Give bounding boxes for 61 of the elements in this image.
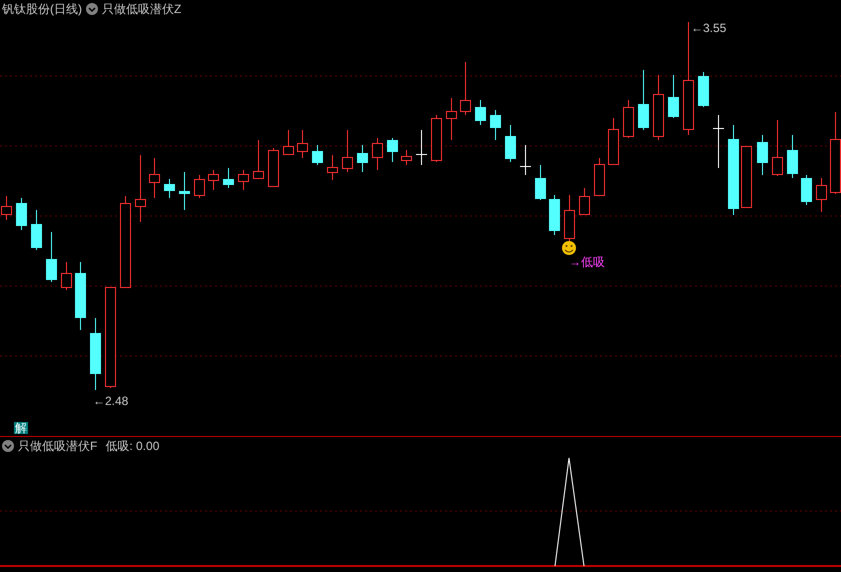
signal-label: →低吸 — [569, 256, 605, 268]
indicator-reading: 低吸: 0.00 — [105, 440, 160, 452]
candlestick — [372, 138, 383, 170]
candlestick — [387, 138, 398, 162]
candlestick — [460, 62, 471, 116]
dropdown-icon[interactable] — [2, 440, 14, 452]
candlestick — [401, 150, 412, 166]
candlestick — [357, 144, 368, 172]
candlestick — [135, 154, 146, 222]
candlestick — [268, 148, 279, 187]
stock-title: 钒钛股份(日线) — [2, 3, 82, 15]
candlestick — [208, 170, 219, 190]
candlestick — [342, 130, 353, 172]
candlestick — [741, 146, 752, 208]
candlestick — [505, 124, 516, 162]
low-price-label: ←2.48 — [93, 395, 128, 407]
candlestick — [520, 144, 531, 176]
candlestick — [549, 194, 560, 236]
candlestick — [698, 72, 709, 108]
indicator-name: 只做低吸潜伏Z — [102, 3, 182, 15]
candlestick — [179, 172, 190, 210]
candlestick — [431, 114, 442, 162]
candlestick — [816, 178, 827, 212]
candlestick — [223, 168, 234, 188]
candlestick — [801, 174, 812, 206]
candlestick — [608, 118, 619, 165]
candlestick — [579, 188, 590, 215]
candlestick — [297, 130, 308, 158]
candlestick — [594, 158, 605, 196]
dropdown-icon[interactable] — [86, 3, 98, 15]
candlestick — [446, 98, 457, 140]
candlestick — [31, 210, 42, 250]
candlestick — [475, 100, 486, 126]
candlestick — [238, 170, 249, 190]
candlestick — [46, 232, 57, 282]
candlestick — [713, 114, 724, 168]
candlestick — [253, 140, 264, 179]
candlestick — [564, 194, 575, 242]
candlestick — [757, 134, 768, 176]
candlestick — [787, 134, 798, 178]
indicator-name: 只做低吸潜伏F — [18, 440, 98, 452]
candlestick — [653, 74, 664, 140]
candlestick — [490, 110, 501, 140]
badge[interactable]: 解 — [14, 422, 28, 434]
candlestick — [312, 144, 323, 166]
candlestick — [623, 100, 634, 138]
high-price-label: ←3.55 — [691, 22, 726, 34]
candlestick — [416, 130, 427, 166]
candlestick — [61, 262, 72, 290]
smiley-icon — [562, 241, 576, 255]
candlestick — [638, 70, 649, 130]
candlestick — [327, 154, 338, 180]
candlestick — [194, 174, 205, 198]
candlestick — [283, 130, 294, 156]
candlestick — [16, 198, 27, 230]
candlestick — [772, 120, 783, 176]
candlestick — [75, 262, 86, 330]
candlestick — [164, 178, 175, 198]
candlestick — [535, 164, 546, 200]
candlestick — [149, 158, 160, 198]
candlestick — [668, 74, 679, 118]
